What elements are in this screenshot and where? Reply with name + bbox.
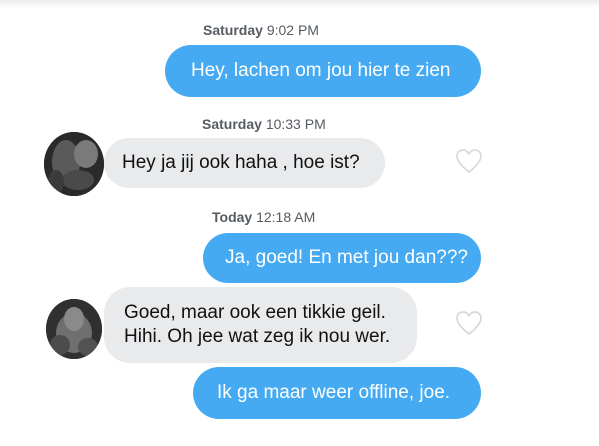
chat-screen: { "conversation": { "timestamps": [ {"da… (0, 0, 599, 446)
timestamp-day: Saturday (202, 116, 262, 132)
contact-avatar[interactable] (46, 299, 102, 359)
timestamp-divider: Today 12:18 AM (212, 209, 315, 225)
outgoing-message-bubble[interactable]: Ja, goed! En met jou dan??? (203, 233, 481, 283)
message-text-line: Goed, maar ook een tikkie geil. (124, 302, 386, 323)
avatar-image (46, 299, 102, 359)
outgoing-message-bubble[interactable]: Hey, lachen om jou hier te zien (165, 45, 481, 97)
heart-outline-icon[interactable] (455, 148, 483, 174)
outgoing-message-bubble[interactable]: Ik ga maar weer offline, joe. (193, 367, 481, 419)
incoming-message-bubble[interactable]: Hey ja jij ook haha , hoe ist? (104, 138, 385, 188)
message-text-line: Hihi. Oh jee wat zeg ik nou wer. (124, 326, 391, 347)
timestamp-time: 12:18 AM (256, 209, 316, 225)
top-edge-shadow (0, 0, 599, 8)
heart-outline-icon[interactable] (455, 310, 483, 336)
avatar-image (44, 132, 104, 196)
timestamp-day: Today (212, 209, 253, 225)
message-text: Ja, goed! En met jou dan??? (225, 247, 468, 268)
timestamp-day: Saturday (203, 22, 263, 38)
timestamp-time: 9:02 PM (266, 22, 319, 38)
incoming-message-bubble[interactable]: Goed, maar ook een tikkie geil. Hihi. Oh… (104, 287, 417, 363)
timestamp-divider: Saturday 9:02 PM (203, 22, 319, 38)
contact-avatar[interactable] (44, 132, 104, 196)
message-text: Hey, lachen om jou hier te zien (191, 60, 451, 81)
timestamp-time: 10:33 PM (265, 116, 326, 132)
message-text: Ik ga maar weer offline, joe. (217, 382, 451, 403)
timestamp-divider: Saturday 10:33 PM (202, 116, 326, 132)
message-text: Hey ja jij ook haha , hoe ist? (122, 152, 360, 173)
